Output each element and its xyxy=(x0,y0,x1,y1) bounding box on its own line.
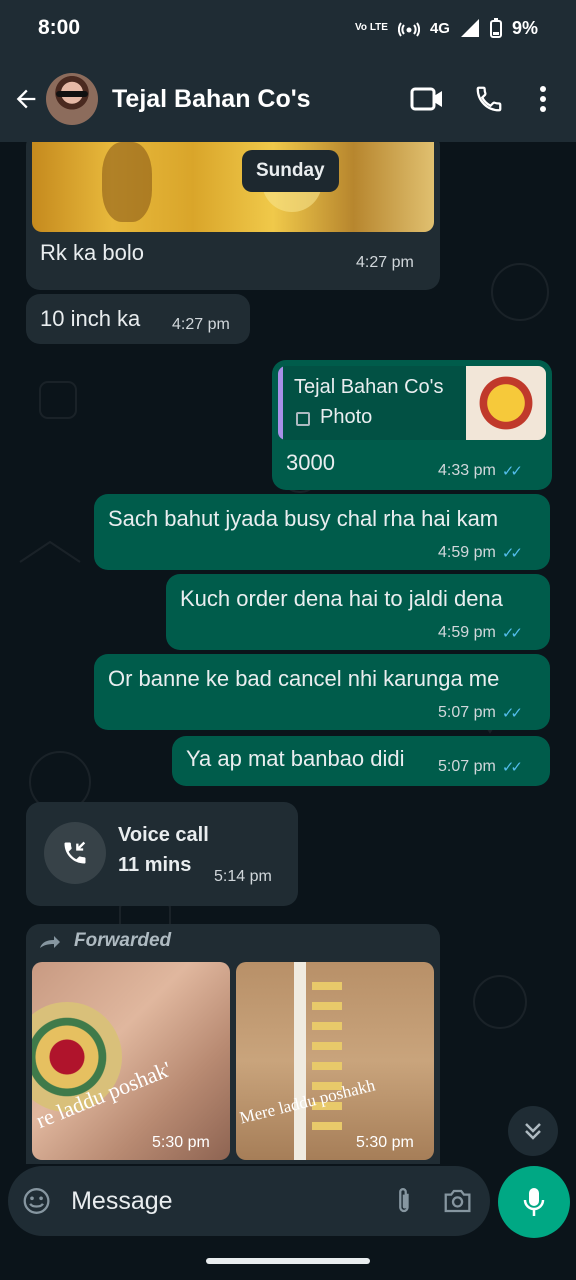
voice-call-bubble[interactable]: Voice call 11 mins 5:14 pm xyxy=(26,802,298,906)
message-bubble-outgoing[interactable]: Ya ap mat banbao didi 5:07 pm ✓✓ xyxy=(172,736,550,786)
message-text: 3000 xyxy=(286,450,335,475)
video-camera-icon xyxy=(410,87,442,111)
double-chevron-down-icon xyxy=(525,1123,541,1140)
message-time: 5:07 pm ✓✓ xyxy=(438,758,523,776)
read-ticks-icon: ✓✓ xyxy=(501,759,523,776)
chat-area[interactable]: Rk ka bolo 4:27 pm Sunday 10 inch ka 4:2… xyxy=(0,142,576,1164)
status-bar: 8:00 Vo LTE 4G 9% xyxy=(0,0,576,56)
message-bubble-outgoing[interactable]: Tejal Bahan Co's Photo 3000 4:33 pm ✓✓ xyxy=(272,360,552,490)
message-bubble-incoming[interactable]: Rk ka bolo 4:27 pm xyxy=(26,142,440,290)
incoming-call-icon xyxy=(64,841,86,864)
missed-call-icon-wrap xyxy=(44,822,106,884)
message-bubble-outgoing[interactable]: Or banne ke bad cancel nhi karunga me 5:… xyxy=(94,654,550,730)
photo-watermark: Mere laddu poshakh xyxy=(237,1075,377,1128)
read-ticks-icon: ✓✓ xyxy=(501,625,523,642)
status-time: 8:00 xyxy=(38,16,81,39)
read-ticks-icon: ✓✓ xyxy=(501,463,523,480)
battery-icon xyxy=(489,18,502,38)
voice-record-button[interactable] xyxy=(498,1166,570,1238)
message-text: Rk ka bolo xyxy=(40,240,144,265)
arrow-left-icon xyxy=(16,89,36,109)
voice-call-button[interactable] xyxy=(458,84,520,114)
message-text: Or banne ke bad cancel nhi karunga me xyxy=(108,666,500,691)
status-icons: Vo LTE 4G 9% xyxy=(355,18,538,39)
message-text: 10 inch ka xyxy=(40,306,141,331)
hotspot-icon xyxy=(397,22,420,37)
product-photo[interactable] xyxy=(32,142,434,232)
camera-icon[interactable] xyxy=(443,1187,472,1215)
reply-author: Tejal Bahan Co's xyxy=(294,376,444,398)
message-time: 4:27 pm xyxy=(172,316,230,333)
phone-icon xyxy=(476,86,502,112)
network-type: 4G xyxy=(429,19,450,37)
forward-icon xyxy=(40,936,60,948)
forwarded-label: Forwarded xyxy=(74,930,172,951)
emoji-icon[interactable] xyxy=(22,1185,51,1217)
message-bubble-outgoing[interactable]: Kuch order dena hai to jaldi dena 4:59 p… xyxy=(166,574,550,650)
photo-time: 5:30 pm xyxy=(152,1134,210,1151)
gesture-nav-bar[interactable] xyxy=(206,1258,370,1264)
message-text: Kuch order dena hai to jaldi dena xyxy=(180,586,503,611)
scroll-to-bottom-button[interactable] xyxy=(508,1106,558,1156)
paperclip-icon[interactable] xyxy=(393,1185,415,1217)
microphone-icon xyxy=(523,1188,545,1216)
reply-type: Photo xyxy=(320,406,373,428)
message-text: Ya ap mat banbao didi xyxy=(186,746,405,771)
video-call-button[interactable] xyxy=(396,86,458,112)
message-time: 4:59 pm ✓✓ xyxy=(438,624,523,642)
read-ticks-icon: ✓✓ xyxy=(501,705,523,722)
message-bubble-incoming[interactable]: 10 inch ka 4:27 pm xyxy=(26,294,250,344)
signal-icon xyxy=(460,19,479,37)
battery-level: 9% xyxy=(511,17,538,38)
more-vertical-icon xyxy=(540,86,546,112)
message-time: 4:59 pm ✓✓ xyxy=(438,544,523,562)
message-time: 5:14 pm xyxy=(214,868,272,885)
chat-header: Tejal Bahan Co's xyxy=(0,56,576,142)
message-time: 5:07 pm ✓✓ xyxy=(438,704,523,722)
message-composer xyxy=(8,1166,490,1236)
more-options-button[interactable] xyxy=(520,85,566,113)
read-ticks-icon: ✓✓ xyxy=(501,545,523,562)
reply-thumbnail xyxy=(466,366,546,440)
message-input[interactable] xyxy=(71,1186,394,1216)
forwarded-photo[interactable]: Mere laddu poshakh 5:30 pm xyxy=(236,962,434,1160)
message-time: 4:27 pm xyxy=(356,254,414,271)
avatar[interactable] xyxy=(46,73,98,125)
call-label: Voice call xyxy=(118,824,209,846)
photo-small-icon xyxy=(296,412,310,426)
volte-icon: Vo LTE xyxy=(355,22,388,33)
call-duration: 11 mins xyxy=(118,854,192,876)
day-chip: Sunday xyxy=(242,150,339,192)
message-text: Sach bahut jyada busy chal rha hai kam xyxy=(108,506,499,531)
forwarded-media-bubble[interactable]: Forwarded re laddu poshak' 5:30 pm Mere … xyxy=(26,924,440,1164)
message-time: 4:33 pm ✓✓ xyxy=(438,462,523,480)
forwarded-photo[interactable]: re laddu poshak' 5:30 pm xyxy=(32,962,230,1160)
message-bubble-outgoing[interactable]: Sach bahut jyada busy chal rha hai kam 4… xyxy=(94,494,550,570)
photo-time: 5:30 pm xyxy=(356,1134,414,1151)
contact-name[interactable]: Tejal Bahan Co's xyxy=(112,85,396,114)
back-button[interactable] xyxy=(10,79,42,119)
quoted-reply[interactable]: Tejal Bahan Co's Photo xyxy=(278,366,546,440)
